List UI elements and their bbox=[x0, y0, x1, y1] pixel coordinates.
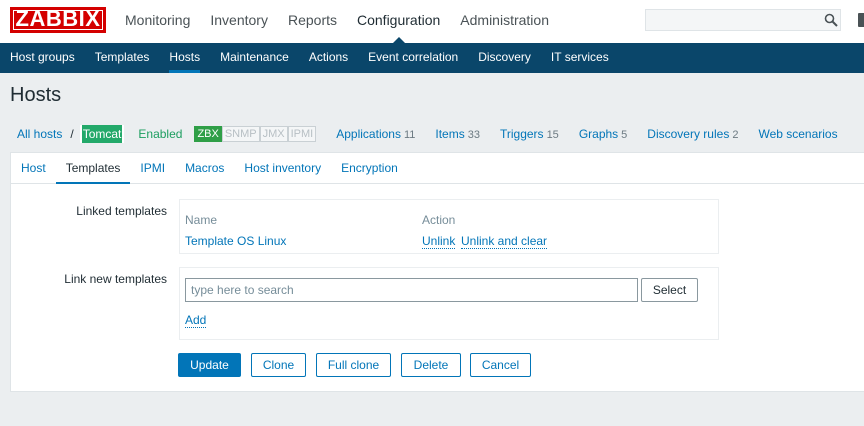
breadcrumb-all-hosts[interactable]: All hosts bbox=[17, 127, 62, 141]
menu-monitoring[interactable]: Monitoring bbox=[115, 0, 200, 43]
cancel-button[interactable]: Cancel bbox=[470, 353, 531, 377]
items-link[interactable]: Items bbox=[435, 127, 464, 141]
submenu-actions[interactable]: Actions bbox=[299, 43, 358, 73]
linked-templates-table: Name Action Template OS Linux Unlink Unl… bbox=[179, 199, 719, 254]
entity-discovery-rules: Discovery rules 2 bbox=[647, 127, 738, 141]
tab-ipmi[interactable]: IPMI bbox=[130, 153, 175, 183]
link-new-templates-label: Link new templates bbox=[64, 272, 167, 286]
entity-items: Items 33 bbox=[435, 127, 480, 141]
tab-encryption[interactable]: Encryption bbox=[331, 153, 408, 183]
triggers-link[interactable]: Triggers bbox=[500, 127, 544, 141]
discovery-rules-count: 2 bbox=[732, 129, 739, 141]
entity-applications: Applications 11 bbox=[336, 127, 415, 141]
link-new-templates-box: Select Add bbox=[179, 267, 719, 340]
host-tabs: Host Templates IPMI Macros Host inventor… bbox=[11, 153, 864, 184]
linked-template-name[interactable]: Template OS Linux bbox=[185, 234, 286, 248]
sub-menu: Host groups Templates Hosts Maintenance … bbox=[0, 43, 864, 73]
graphs-link[interactable]: Graphs bbox=[579, 127, 618, 141]
tab-host-inventory[interactable]: Host inventory bbox=[234, 153, 331, 183]
unlink-and-clear-link[interactable]: Unlink and clear bbox=[461, 234, 548, 249]
availability-jmx-badge: JMX bbox=[259, 126, 288, 142]
web-scenarios-link[interactable]: Web scenarios bbox=[758, 127, 837, 141]
column-header-action: Action bbox=[422, 213, 456, 227]
submenu-hosts[interactable]: Hosts bbox=[159, 43, 210, 73]
main-menu: Monitoring Inventory Reports Configurati… bbox=[115, 0, 559, 44]
submenu-templates[interactable]: Templates bbox=[85, 43, 160, 73]
availability-ipmi-badge: IPMI bbox=[287, 126, 317, 142]
update-button[interactable]: Update bbox=[178, 353, 241, 377]
menu-configuration[interactable]: Configuration bbox=[347, 0, 450, 44]
host-status-enabled[interactable]: Enabled bbox=[138, 127, 182, 141]
linked-templates-label: Linked templates bbox=[76, 204, 167, 218]
unlink-link[interactable]: Unlink bbox=[422, 234, 456, 249]
full-clone-button[interactable]: Full clone bbox=[316, 353, 391, 377]
top-bar: ZABBIX Monitoring Inventory Reports Conf… bbox=[0, 0, 864, 44]
current-host-label: Tomcat bbox=[81, 125, 123, 143]
host-form-card: Host Templates IPMI Macros Host inventor… bbox=[10, 152, 864, 392]
breadcrumb-current-host[interactable]: Tomcat bbox=[79, 125, 125, 143]
breadcrumb: All hosts / Tomcat Enabled ZBX SNMP JMX … bbox=[10, 122, 864, 146]
tab-host[interactable]: Host bbox=[11, 153, 56, 183]
tab-templates[interactable]: Templates bbox=[55, 153, 131, 184]
entity-triggers: Triggers 15 bbox=[500, 127, 559, 141]
global-search-input[interactable] bbox=[645, 9, 841, 31]
entity-web-scenarios: Web scenarios bbox=[758, 127, 837, 141]
applications-link[interactable]: Applications bbox=[336, 127, 401, 141]
select-template-button[interactable]: Select bbox=[641, 278, 698, 302]
page-title: Hosts bbox=[10, 84, 62, 106]
column-header-name: Name bbox=[185, 213, 218, 227]
submenu-it-services[interactable]: IT services bbox=[541, 43, 619, 73]
submenu-host-groups[interactable]: Host groups bbox=[0, 43, 85, 73]
template-search-input[interactable] bbox=[185, 278, 638, 302]
submenu-event-correlation[interactable]: Event correlation bbox=[358, 43, 468, 73]
zabbix-logo[interactable]: ZABBIX bbox=[10, 7, 106, 33]
logo-text: ZABBIX bbox=[15, 6, 101, 31]
search-icon[interactable] bbox=[824, 13, 838, 27]
delete-button[interactable]: Delete bbox=[401, 353, 461, 377]
share-icon[interactable] bbox=[858, 13, 864, 27]
clone-button[interactable]: Clone bbox=[251, 353, 306, 377]
graphs-count: 5 bbox=[621, 129, 628, 141]
discovery-rules-link[interactable]: Discovery rules bbox=[647, 127, 729, 141]
availability-snmp-badge: SNMP bbox=[221, 126, 260, 142]
menu-administration[interactable]: Administration bbox=[450, 0, 559, 43]
submenu-maintenance[interactable]: Maintenance bbox=[210, 43, 299, 73]
breadcrumb-separator: / bbox=[70, 127, 74, 141]
availability-zbx-badge: ZBX bbox=[194, 126, 222, 142]
menu-inventory[interactable]: Inventory bbox=[200, 0, 278, 43]
tab-macros[interactable]: Macros bbox=[175, 153, 234, 183]
items-count: 33 bbox=[467, 129, 480, 141]
triggers-count: 15 bbox=[546, 129, 559, 141]
menu-reports[interactable]: Reports bbox=[278, 0, 347, 43]
applications-count: 11 bbox=[403, 129, 416, 141]
entity-graphs: Graphs 5 bbox=[579, 127, 627, 141]
add-template-link[interactable]: Add bbox=[185, 313, 207, 328]
submenu-discovery[interactable]: Discovery bbox=[468, 43, 541, 73]
menu-configuration-label: Configuration bbox=[357, 12, 441, 28]
